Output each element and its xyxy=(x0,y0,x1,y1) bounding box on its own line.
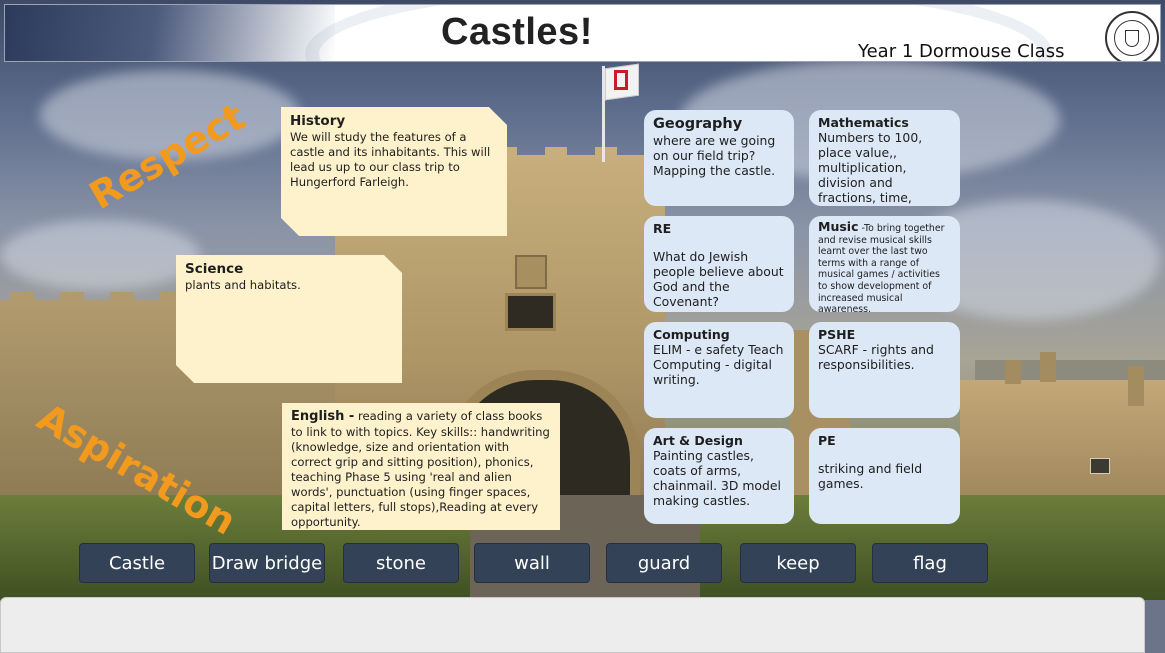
vocab-button-keep[interactable]: keep xyxy=(740,543,856,583)
pe-card[interactable]: PE striking and field games. xyxy=(809,428,960,524)
history-note[interactable]: History We will study the features of a … xyxy=(281,107,507,236)
english-text: reading a variety of class books to link… xyxy=(291,409,550,529)
english-heading: English - xyxy=(291,409,355,424)
art-design-card[interactable]: Art & Design Painting castles, coats of … xyxy=(644,428,794,524)
vocab-button-wall[interactable]: wall xyxy=(474,543,590,583)
vocab-button-draw-bridge[interactable]: Draw bridge xyxy=(209,543,325,583)
class-name: Year 1 Dormouse Class xyxy=(858,41,1065,62)
music-heading: Music xyxy=(818,219,859,234)
computing-text: ELIM - e safety Teach Computing - digita… xyxy=(653,342,784,387)
english-note[interactable]: English - reading a variety of class boo… xyxy=(282,403,560,530)
geography-heading: Geography xyxy=(653,116,743,132)
page-title: Castles! xyxy=(441,11,593,53)
history-text: We will study the features of a castle a… xyxy=(290,130,491,189)
pe-heading: PE xyxy=(818,433,836,448)
music-card[interactable]: Music -To bring together and revise musi… xyxy=(809,216,960,312)
vocabulary-row: Castle Draw bridge stone wall guard keep… xyxy=(0,543,1000,585)
vocab-button-flag[interactable]: flag xyxy=(872,543,988,583)
history-heading: History xyxy=(290,113,346,129)
science-heading: Science xyxy=(185,261,244,277)
computing-card[interactable]: Computing ELIM - e safety Teach Computin… xyxy=(644,322,794,418)
vocab-button-castle[interactable]: Castle xyxy=(79,543,195,583)
re-text: What do Jewish people believe about God … xyxy=(653,249,784,309)
mathematics-heading: Mathematics xyxy=(818,115,909,130)
pshe-heading: PSHE xyxy=(818,327,856,342)
vocab-button-stone[interactable]: stone xyxy=(343,543,459,583)
mathematics-card[interactable]: Mathematics Numbers to 100, place value,… xyxy=(809,110,960,206)
header-shade xyxy=(5,5,335,61)
pe-text: striking and field games. xyxy=(818,461,923,491)
science-note[interactable]: Science plants and habitats. xyxy=(176,255,402,383)
art-text: Painting castles, coats of arms, chainma… xyxy=(653,448,781,508)
mathematics-text: Numbers to 100, place value,, multiplica… xyxy=(818,130,923,206)
geography-card[interactable]: Geography where are we going on our fiel… xyxy=(644,110,794,206)
music-text: -To bring together and revise musical sk… xyxy=(818,223,945,312)
header-bar: Castles! Year 1 Dormouse Class xyxy=(4,4,1161,62)
re-card[interactable]: RE What do Jewish people believe about G… xyxy=(644,216,794,312)
science-text: plants and habitats. xyxy=(185,278,301,292)
computing-heading: Computing xyxy=(653,327,730,342)
re-heading: RE xyxy=(653,221,672,236)
vocab-button-guard[interactable]: guard xyxy=(606,543,722,583)
school-logo xyxy=(1105,11,1159,61)
art-heading: Art & Design xyxy=(653,433,743,448)
geography-text: where are we going on our field trip? Ma… xyxy=(653,133,776,178)
pshe-text: SCARF - rights and responsibilities. xyxy=(818,342,934,372)
notes-panel[interactable] xyxy=(0,597,1145,653)
pshe-card[interactable]: PSHE SCARF - rights and responsibilities… xyxy=(809,322,960,418)
